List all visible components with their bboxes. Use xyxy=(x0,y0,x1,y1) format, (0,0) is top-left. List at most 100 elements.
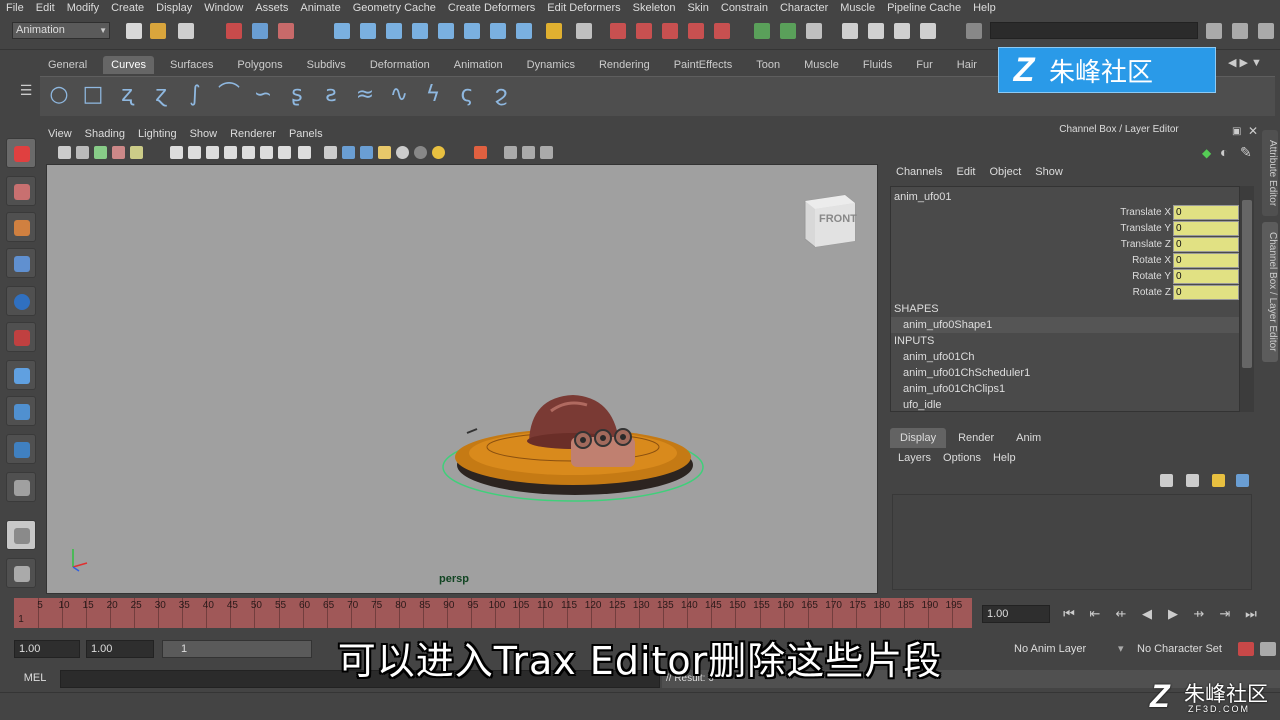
layer-tab-render[interactable]: Render xyxy=(948,428,1004,448)
attribute-row-rotate-y[interactable]: Rotate Y 0 xyxy=(891,269,1239,285)
menu-display[interactable]: Display xyxy=(156,2,192,14)
menu-character[interactable]: Character xyxy=(780,2,828,14)
attribute-value-field[interactable]: 0 xyxy=(1173,285,1239,300)
menu-constrain[interactable]: Constrain xyxy=(721,2,768,14)
attribute-value-field[interactable]: 0 xyxy=(1173,237,1239,252)
smooth-shade-icon[interactable] xyxy=(342,146,355,159)
shelf-tab-animation[interactable]: Animation xyxy=(446,56,511,74)
outliner-layout-icon[interactable] xyxy=(6,558,36,588)
menu-skeleton[interactable]: Skeleton xyxy=(633,2,676,14)
toggle-channel-box-icon[interactable] xyxy=(1258,23,1274,39)
cb-menu-object[interactable]: Object xyxy=(989,166,1021,178)
grid-toggle-icon[interactable] xyxy=(170,146,183,159)
mask-misc-icon[interactable] xyxy=(516,23,532,39)
field-chart-icon[interactable] xyxy=(242,146,255,159)
xray-icon[interactable] xyxy=(474,146,487,159)
attach-curves-icon[interactable]: ∽ xyxy=(251,82,275,108)
single-perspective-layout-icon[interactable] xyxy=(6,520,36,550)
input-ops-icon[interactable] xyxy=(754,23,770,39)
step-forward-frame-icon[interactable]: ⇸ xyxy=(1186,605,1212,623)
menu-window[interactable]: Window xyxy=(204,2,243,14)
channel-box-toggle-icon[interactable]: ◐ xyxy=(1220,144,1228,160)
input-node-item[interactable]: ufo_idle xyxy=(903,397,942,413)
mask-curves-icon[interactable] xyxy=(386,23,402,39)
shelf-scroll-arrows[interactable]: ◀ ▶ ▼ xyxy=(1228,56,1278,72)
shelf-tab-toon[interactable]: Toon xyxy=(748,56,788,74)
wireframe-on-shaded-icon[interactable] xyxy=(360,146,373,159)
shelf-tab-subdivs[interactable]: Subdivs xyxy=(299,56,354,74)
shelf-tab-rendering[interactable]: Rendering xyxy=(591,56,658,74)
add-points-tool-icon[interactable]: ς xyxy=(455,82,479,108)
pencil-curve-tool-icon[interactable]: ∫ xyxy=(183,82,207,108)
snap-point-icon[interactable] xyxy=(662,23,678,39)
shelf-tab-polygons[interactable]: Polygons xyxy=(229,56,290,74)
menu-modify[interactable]: Modify xyxy=(67,2,99,14)
menu-geometry-cache[interactable]: Geometry Cache xyxy=(353,2,436,14)
use-all-lights-icon[interactable] xyxy=(396,146,409,159)
backface-culling-icon[interactable] xyxy=(540,146,553,159)
menu-create-deformers[interactable]: Create Deformers xyxy=(448,2,535,14)
select-object-icon[interactable] xyxy=(252,23,268,39)
step-forward-key-icon[interactable]: ⇥ xyxy=(1212,605,1238,623)
ipr-render-icon[interactable] xyxy=(894,23,910,39)
menu-muscle[interactable]: Muscle xyxy=(840,2,875,14)
attribute-row-translate-y[interactable]: Translate Y 0 xyxy=(891,221,1239,237)
input-line-icon[interactable] xyxy=(966,23,982,39)
render-view-icon[interactable] xyxy=(842,23,858,39)
current-frame-field[interactable]: 1.00 xyxy=(982,605,1050,623)
attribute-row-rotate-z[interactable]: Rotate Z 0 xyxy=(891,285,1239,301)
go-to-start-icon[interactable]: ⏮ xyxy=(1056,605,1082,623)
select-component-icon[interactable] xyxy=(278,23,294,39)
step-back-frame-icon[interactable]: ⇷ xyxy=(1108,605,1134,623)
curve-editing-tool-icon[interactable]: ϩ xyxy=(489,82,513,108)
scrollbar-thumb[interactable] xyxy=(1242,200,1252,368)
xray-joints-icon[interactable] xyxy=(522,146,535,159)
wireframe-icon[interactable] xyxy=(324,146,337,159)
nurbs-circle-icon[interactable]: ○ xyxy=(47,82,71,108)
attribute-row-translate-z[interactable]: Translate Z 0 xyxy=(891,237,1239,253)
layer-menu-layers[interactable]: Layers xyxy=(898,452,931,464)
menu-assets[interactable]: Assets xyxy=(255,2,288,14)
side-tab-channel-box[interactable]: Channel Box / Layer Editor xyxy=(1262,222,1278,362)
play-backwards-icon[interactable]: ◀ xyxy=(1134,605,1160,623)
snap-curve-icon[interactable] xyxy=(636,23,652,39)
ufo-model[interactable] xyxy=(47,165,878,594)
high-quality-icon[interactable] xyxy=(432,146,445,159)
menu-animate[interactable]: Animate xyxy=(300,2,340,14)
float-panel-icon[interactable]: ▣ xyxy=(1232,126,1241,137)
menu-create[interactable]: Create xyxy=(111,2,144,14)
shadows-icon[interactable] xyxy=(414,146,427,159)
bookmarks-icon[interactable] xyxy=(94,146,107,159)
menu-edit-deformers[interactable]: Edit Deformers xyxy=(547,2,620,14)
menu-edit[interactable]: Edit xyxy=(36,2,55,14)
cb-menu-show[interactable]: Show xyxy=(1035,166,1063,178)
input-node-item[interactable]: anim_ufo01ChScheduler1 xyxy=(903,365,1030,381)
create-empty-layer-icon[interactable] xyxy=(1212,474,1225,487)
attribute-value-field[interactable]: 0 xyxy=(1173,221,1239,236)
viewcube[interactable]: FRONT xyxy=(801,191,857,249)
layer-tab-anim[interactable]: Anim xyxy=(1006,428,1051,448)
hud-text-icon[interactable] xyxy=(298,146,311,159)
film-gate-icon[interactable] xyxy=(188,146,201,159)
gate-mask-icon[interactable] xyxy=(224,146,237,159)
cb-menu-edit[interactable]: Edit xyxy=(956,166,975,178)
quick-command-field[interactable] xyxy=(990,22,1198,39)
step-back-key-icon[interactable]: ⇤ xyxy=(1082,605,1108,623)
attribute-row-rotate-x[interactable]: Rotate X 0 xyxy=(891,253,1239,269)
select-hierarchy-icon[interactable] xyxy=(226,23,242,39)
lock-selection-icon[interactable] xyxy=(546,23,562,39)
attribute-value-field[interactable]: 0 xyxy=(1173,253,1239,268)
extend-curve-icon[interactable]: ≈ xyxy=(353,82,377,108)
close-icon[interactable]: ✕ xyxy=(1248,124,1258,138)
show-manipulator-icon[interactable] xyxy=(6,434,36,464)
create-layer-from-selected-icon[interactable] xyxy=(1236,474,1249,487)
arc-tool-icon[interactable]: ⌒ xyxy=(217,82,241,108)
universal-manipulator-icon[interactable] xyxy=(6,360,36,390)
offset-curve-icon[interactable]: ∿ xyxy=(387,82,411,108)
shelf-tab-deformation[interactable]: Deformation xyxy=(362,56,438,74)
play-forwards-icon[interactable]: ▶ xyxy=(1160,605,1186,623)
mask-rendering-icon[interactable] xyxy=(490,23,506,39)
layer-menu-help[interactable]: Help xyxy=(993,452,1016,464)
shelf-tab-muscle[interactable]: Muscle xyxy=(796,56,847,74)
attribute-row-translate-x[interactable]: Translate X 0 xyxy=(891,205,1239,221)
